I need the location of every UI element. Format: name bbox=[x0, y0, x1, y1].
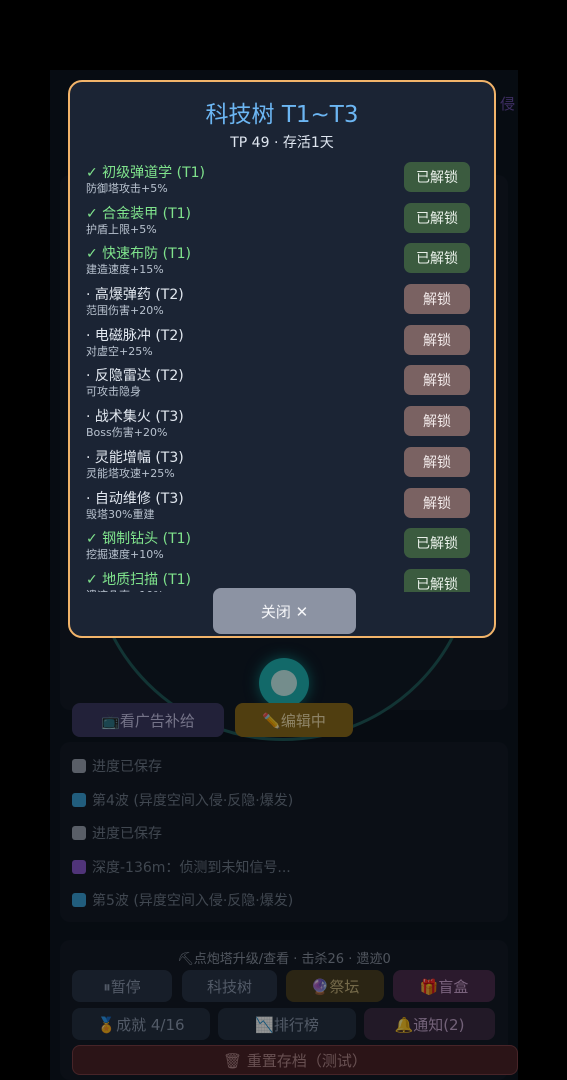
tech-description: 灵能塔攻速+25% bbox=[86, 466, 175, 480]
tech-description: 对虚空+25% bbox=[86, 344, 153, 358]
tech-name: · 电磁脉冲 (T2) bbox=[86, 327, 184, 344]
tech-description: 建造速度+15% bbox=[86, 263, 164, 277]
unlocked-badge: 已解锁 bbox=[404, 243, 470, 274]
unlocked-badge: 已解锁 bbox=[404, 162, 470, 192]
tech-row: ✓ 初级弹道学 (T1) 防御塔攻击+5% 已解锁 bbox=[84, 160, 484, 201]
tech-name: · 战术集火 (T3) bbox=[86, 409, 184, 426]
tech-row: ✓ 快速布防 (T1) 建造速度+15% 已解锁 bbox=[84, 241, 484, 282]
tech-name: ✓ 初级弹道学 (T1) bbox=[86, 165, 206, 181]
tech-row: · 战术集火 (T3) Boss伤害+20% 解锁 bbox=[84, 404, 484, 445]
tech-row: · 高爆弹药 (T2) 范围伤害+20% 解锁 bbox=[84, 282, 484, 323]
tech-row: · 反隐雷达 (T2) 可攻击隐身 解锁 bbox=[84, 363, 484, 404]
unlock-button[interactable]: 解锁 bbox=[404, 284, 470, 315]
unlock-button[interactable]: 解锁 bbox=[404, 365, 470, 396]
tech-name: ✓ 地质扫描 (T1) bbox=[86, 571, 192, 588]
unlock-button[interactable]: 解锁 bbox=[404, 324, 470, 355]
unlocked-badge: 已解锁 bbox=[404, 528, 470, 559]
tech-name: · 反隐雷达 (T2) bbox=[86, 368, 184, 385]
tech-description: 挖掘速度+10% bbox=[86, 548, 164, 562]
tech-row: ✓ 合金装甲 (T1) 护盾上限+5% 已解锁 bbox=[84, 201, 484, 242]
tech-row: · 自动维修 (T3) 毁塔30%重建 解锁 bbox=[84, 486, 484, 527]
close-button[interactable]: 关闭 ✕ bbox=[213, 588, 356, 634]
tech-tree-modal: 科技树 T1~T3 TP 49 · 存活1天 ✓ 初级弹道学 (T1) 防御塔攻击… bbox=[68, 80, 496, 638]
unlock-button[interactable]: 解锁 bbox=[404, 446, 470, 477]
tech-row: · 电磁脉冲 (T2) 对虚空+25% 解锁 bbox=[84, 323, 484, 364]
tech-name: · 灵能增幅 (T3) bbox=[86, 449, 184, 466]
tech-name: ✓ 钢制钻头 (T1) bbox=[86, 531, 192, 548]
tech-name: ✓ 合金装甲 (T1) bbox=[86, 205, 192, 222]
unlocked-badge: 已解锁 bbox=[404, 202, 470, 233]
unlock-button[interactable]: 解锁 bbox=[404, 487, 470, 518]
tech-description: 护盾上限+5% bbox=[86, 222, 157, 236]
modal-title: 科技树 T1~T3 bbox=[205, 102, 359, 128]
tech-name: · 自动维修 (T3) bbox=[86, 490, 184, 507]
tech-name: ✓ 快速布防 (T1) bbox=[86, 246, 192, 263]
unlock-button[interactable]: 解锁 bbox=[404, 406, 470, 437]
modal-subtitle: TP 49 · 存活1天 bbox=[230, 135, 334, 151]
tech-description: 防御塔攻击+5% bbox=[86, 182, 168, 195]
tech-description: 可攻击隐身 bbox=[86, 385, 141, 399]
tech-description: 范围伤害+20% bbox=[86, 304, 164, 318]
tech-name: · 高爆弹药 (T2) bbox=[86, 287, 184, 304]
tech-row: ✓ 钢制钻头 (T1) 挖掘速度+10% 已解锁 bbox=[84, 526, 484, 567]
tech-description: 遗迹几率+10% bbox=[86, 587, 164, 592]
tech-description: Boss伤害+20% bbox=[86, 426, 168, 440]
tech-list[interactable]: ✓ 初级弹道学 (T1) 防御塔攻击+5% 已解锁 ✓ 合金装甲 (T1) 护盾上限+5… bbox=[84, 160, 484, 592]
tech-row: · 灵能增幅 (T3) 灵能塔攻速+25% 解锁 bbox=[84, 445, 484, 486]
unlocked-badge: 已解锁 bbox=[404, 568, 470, 592]
tech-description: 毁塔30%重建 bbox=[86, 507, 155, 521]
